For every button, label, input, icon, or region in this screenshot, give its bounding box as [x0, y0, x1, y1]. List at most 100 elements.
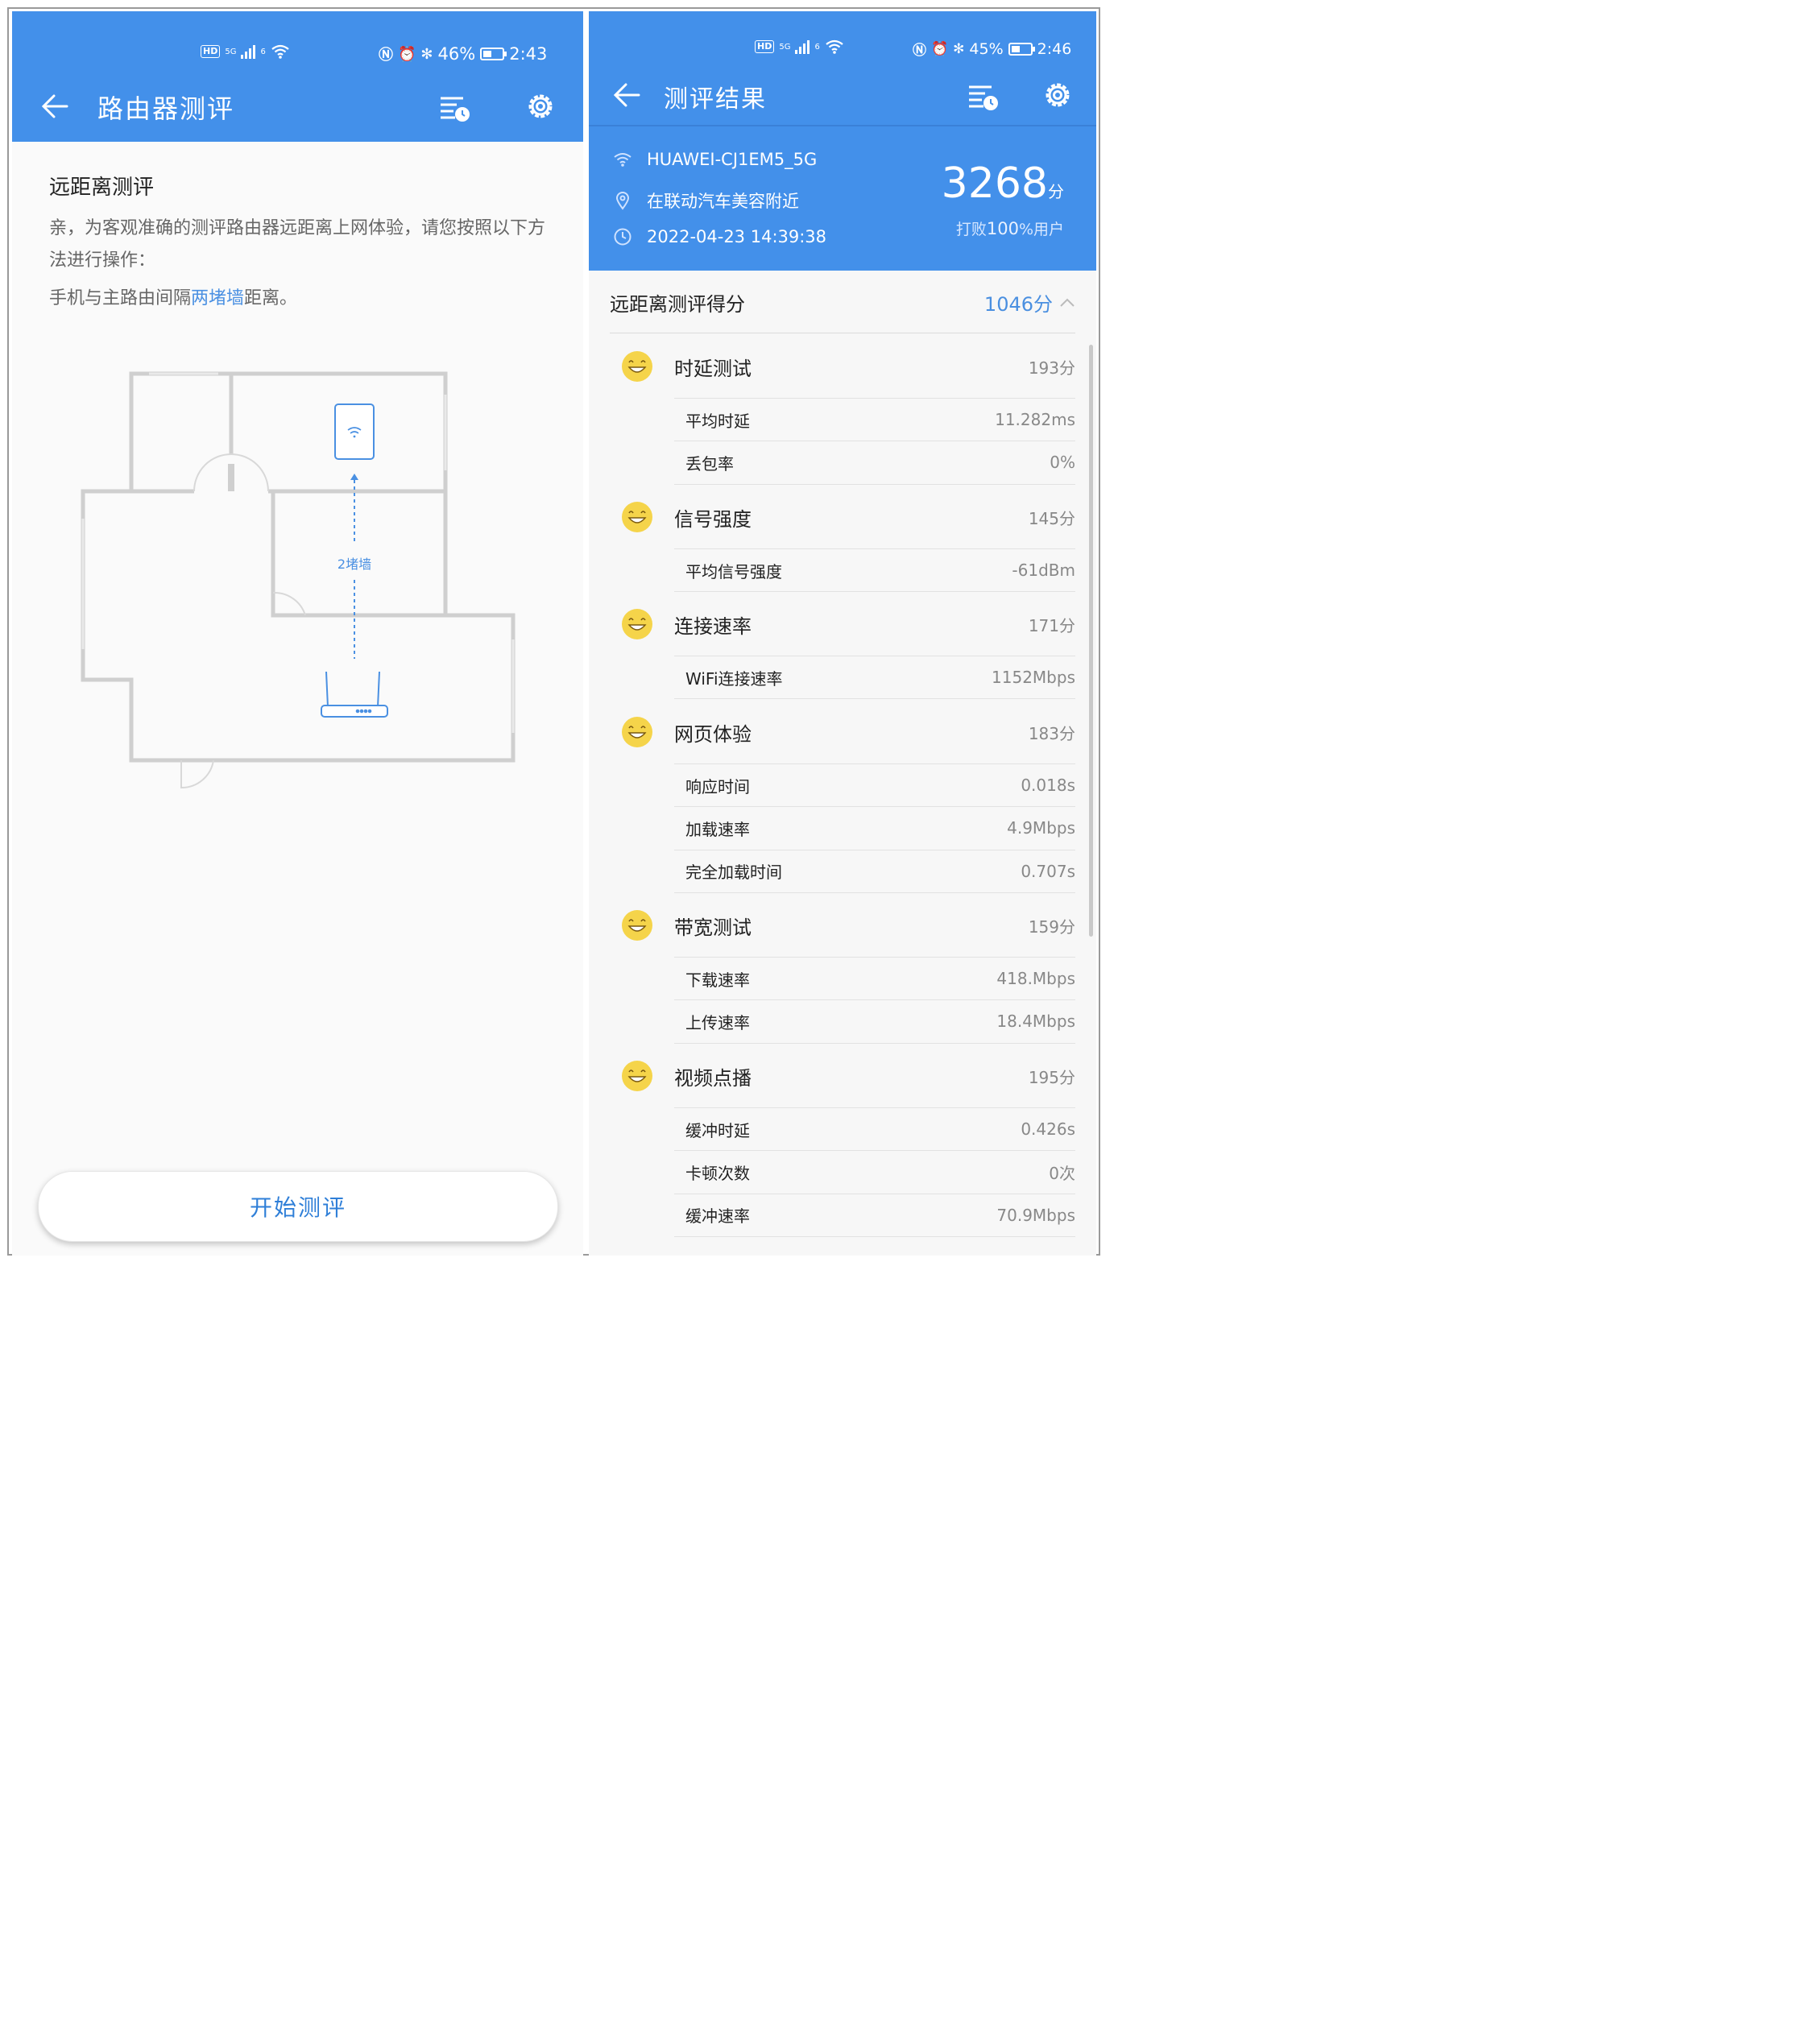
datetime-row: 2022-04-23 14:39:38 — [613, 227, 826, 246]
category-name: 视频点播 — [674, 1066, 752, 1090]
category-score: 183分 — [1028, 723, 1075, 743]
row-divider — [674, 892, 1075, 894]
nfc-icon: Ⓝ — [913, 43, 926, 59]
metric-row: 上传速率 18.4Mbps — [674, 999, 1075, 1042]
clock: 2:43 — [509, 44, 548, 64]
metric-value: 418.Mbps — [996, 969, 1075, 988]
left-network-status: HD 5G 6 — [201, 43, 290, 60]
floor-plan-outline — [81, 371, 516, 763]
clock: 2:46 — [1037, 39, 1072, 58]
history-list-icon[interactable] — [967, 81, 1000, 113]
metric-value: 18.4Mbps — [996, 1012, 1075, 1032]
section-score-toggle[interactable]: 1046分 — [984, 288, 1075, 317]
beat-percent: 100 — [986, 219, 1019, 238]
row-divider — [674, 483, 1075, 485]
metric-name: 上传速率 — [685, 1012, 750, 1032]
start-test-button[interactable]: 开始测评 — [38, 1171, 558, 1242]
metric-row: 丢包率 0% — [674, 441, 1075, 483]
metric-name: 加载速率 — [685, 819, 750, 839]
metric-row: 缓冲时延 0.426s — [674, 1107, 1075, 1150]
metric-row: 平均时延 11.282ms — [674, 398, 1075, 441]
floor-plan-walls — [129, 374, 445, 618]
distance-instruction: 手机与主路由间隔两堵墙距离。 — [49, 283, 297, 309]
page-title: 测评结果 — [664, 85, 767, 114]
metric-value: 0% — [1050, 453, 1075, 473]
metric-name: 卡顿次数 — [685, 1163, 750, 1183]
category-name: 连接速率 — [674, 614, 752, 638]
wifi-icon — [614, 153, 631, 167]
section-title: 远距离测评 — [49, 176, 155, 200]
category-name: 带宽测试 — [674, 916, 752, 939]
alarm-icon: ⏰ — [398, 45, 416, 63]
metric-value: -61dBm — [1012, 561, 1075, 580]
ssid-text: HUAWEI-CJ1EM5_5G — [647, 150, 818, 169]
distance-suffix: 距离。 — [244, 288, 298, 308]
metric-name: 平均时延 — [685, 411, 750, 431]
battery-icon — [480, 48, 507, 60]
bluetooth-icon: ✻ — [953, 40, 965, 57]
total-score-unit: 分 — [1048, 182, 1064, 201]
battery-percent: 45% — [969, 39, 1004, 58]
beat-prefix: 打败 — [955, 221, 987, 238]
row-divider — [674, 1042, 1075, 1044]
metric-name: 缓冲时延 — [685, 1120, 750, 1140]
datetime-text: 2022-04-23 14:39:38 — [647, 227, 827, 246]
metric-row: 缓冲速率 70.9Mbps — [674, 1193, 1075, 1236]
settings-gear-icon[interactable] — [524, 90, 557, 122]
back-arrow-icon[interactable] — [39, 90, 72, 122]
metric-value: 1152Mbps — [992, 668, 1075, 687]
metric-value: 70.9Mbps — [996, 1205, 1075, 1225]
page-title: 路由器测评 — [97, 93, 235, 124]
beat-suffix: %用户 — [1018, 221, 1064, 238]
section-score-header[interactable]: 远距离测评得分 1046分 — [610, 271, 1075, 333]
distance-prefix: 手机与主路由间隔 — [49, 288, 192, 308]
clock-icon — [614, 228, 631, 246]
category-score: 195分 — [1028, 1067, 1075, 1087]
back-arrow-icon[interactable] — [611, 79, 644, 111]
category-row: 信号强度 145分 — [610, 490, 1075, 544]
category-score: 159分 — [1028, 916, 1075, 937]
distance-highlight: 两堵墙 — [191, 288, 245, 308]
wifi-icon — [826, 39, 843, 54]
metric-value: 4.9Mbps — [1007, 818, 1075, 838]
metric-name: 丢包率 — [685, 453, 734, 474]
battery-icon — [1008, 42, 1035, 56]
door-arc-small — [272, 591, 306, 616]
total-score: 3268分 — [942, 159, 1064, 208]
smiley-face-icon — [622, 717, 652, 747]
smiley-face-icon — [622, 910, 652, 941]
metric-row: WiFi连接速率 1152Mbps — [674, 656, 1075, 698]
right-phone-screen: HD 5G 6 Ⓝ ⏰ ✻ 45% 2:46 测评结果 HUAWEI-CJ1EM… — [589, 11, 1096, 1256]
category-row: 视频点播 195分 — [610, 1049, 1075, 1103]
right-app-bar: 测评结果 — [589, 68, 1096, 124]
chevron-up-icon — [1060, 298, 1075, 307]
left-phone-screen: HD 5G 6 Ⓝ ⏰ ✻ 46% 2:43 路由器测评 远距离测评 亲，为客观… — [12, 11, 583, 1256]
left-system-status: Ⓝ ⏰ ✻ 46% 2:43 — [379, 43, 547, 64]
location-pin-icon — [615, 192, 630, 210]
signal-bars-icon — [241, 44, 256, 59]
metric-value: 0.426s — [1021, 1119, 1075, 1139]
settings-gear-icon[interactable] — [1041, 79, 1074, 111]
alarm-icon: ⏰ — [931, 40, 949, 57]
wifi-generation: 6 — [260, 47, 266, 56]
smiley-face-icon — [622, 1061, 652, 1091]
metric-name: 缓冲速率 — [685, 1206, 750, 1227]
history-list-icon[interactable] — [439, 92, 471, 124]
left-app-bar: 路由器测评 — [12, 79, 583, 135]
metric-row: 卡顿次数 0次 — [674, 1150, 1075, 1193]
metric-value: 0.018s — [1021, 776, 1075, 795]
location-row: 在联动汽车美容附近 — [613, 188, 799, 213]
category-score: 145分 — [1028, 508, 1075, 528]
metric-row: 完全加载时间 0.707s — [674, 849, 1075, 892]
metric-value: 11.282ms — [995, 410, 1075, 429]
metric-name: 响应时间 — [685, 776, 750, 796]
arrow-up-icon — [350, 474, 358, 480]
row-divider — [674, 698, 1075, 700]
metric-name: 下载速率 — [685, 970, 750, 990]
right-system-status: Ⓝ ⏰ ✻ 45% 2:46 — [913, 39, 1072, 60]
scrollbar[interactable] — [1089, 345, 1093, 937]
header-divider — [589, 125, 1096, 126]
network-type: 5G — [779, 42, 791, 52]
metric-row: 平均信号强度 -61dBm — [674, 548, 1075, 591]
left-status-bar: HD 5G 6 Ⓝ ⏰ ✻ 46% 2:43 — [12, 11, 583, 82]
